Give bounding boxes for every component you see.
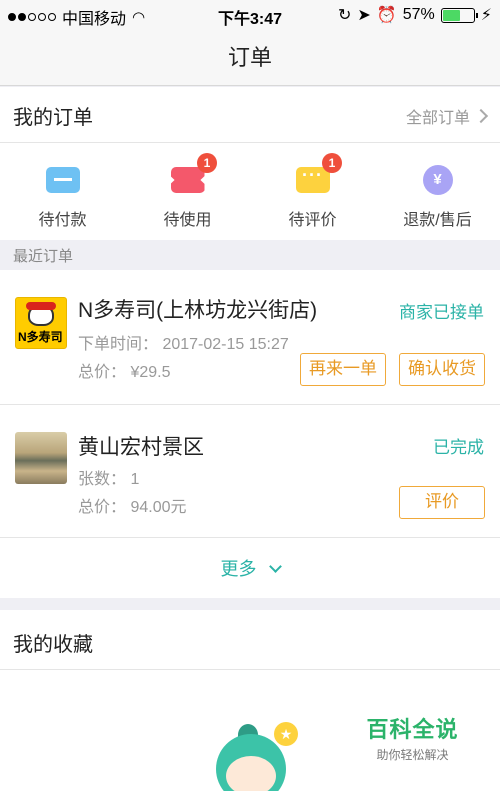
status-bar: 中国移动 ◠ 下午3:47 ↻ ➤ ⏰ 57% ⚡ bbox=[0, 0, 500, 30]
count-badge: 1 bbox=[197, 153, 217, 173]
status-label: 退款/售后 bbox=[403, 212, 472, 229]
battery-percent: 57% bbox=[402, 6, 435, 23]
order-card[interactable]: N多寿司 N多寿司(上林坊龙兴街店) 商家已接单 下单时间： 2017-02-1… bbox=[0, 270, 500, 405]
confirm-receipt-button[interactable]: 确认收货 bbox=[399, 353, 485, 386]
chat-icon bbox=[295, 165, 330, 193]
page-title: 订单 bbox=[0, 30, 500, 86]
alarm-icon: ⏰ bbox=[376, 7, 397, 24]
status-label: 待使用 bbox=[163, 212, 212, 229]
recent-orders-label: 最近订单 bbox=[13, 248, 74, 265]
ticket-icon bbox=[170, 167, 205, 193]
charging-icon: ⚡ bbox=[480, 7, 492, 24]
rotation-lock-icon: ↻ bbox=[338, 7, 352, 24]
shop-logo-text: N多寿司 bbox=[18, 330, 63, 344]
ticket-count: 张数： 1 bbox=[78, 471, 140, 488]
order-name: 黄山宏村景区 bbox=[78, 436, 204, 459]
status-refund[interactable]: ¥ 退款/售后 bbox=[375, 143, 500, 240]
order-status-row: 待付款 1 待使用 1 待评价 ¥ 退款/售后 bbox=[0, 143, 500, 240]
watermark: 百科全说 助你轻松解决 bbox=[345, 712, 480, 764]
star-icon: ★ bbox=[274, 722, 298, 746]
review-button[interactable]: 评价 bbox=[399, 486, 485, 519]
chevron-right-icon bbox=[473, 108, 489, 124]
order-time: 下单时间： 2017-02-15 15:27 bbox=[78, 336, 289, 353]
yen-icon: ¥ bbox=[422, 165, 453, 195]
scenic-thumbnail bbox=[15, 432, 67, 484]
reorder-button[interactable]: 再来一单 bbox=[300, 353, 386, 386]
location-icon: ➤ bbox=[357, 7, 371, 24]
favorites-header: 我的收藏 bbox=[0, 610, 500, 670]
order-status: 已完成 bbox=[433, 438, 484, 457]
my-orders-title: 我的订单 bbox=[13, 107, 93, 129]
watermark-title: 百科全说 bbox=[366, 717, 459, 742]
more-row[interactable]: 更多 bbox=[0, 538, 500, 598]
status-right: ↻ ➤ ⏰ 57% ⚡ bbox=[338, 5, 492, 25]
shop-logo: N多寿司 bbox=[15, 297, 67, 349]
status-to-use[interactable]: 1 待使用 bbox=[125, 143, 250, 240]
chevron-down-icon bbox=[268, 560, 282, 573]
order-total: 总价： ¥29.5 bbox=[78, 364, 171, 381]
order-status: 商家已接单 bbox=[399, 303, 484, 322]
status-label: 待付款 bbox=[38, 212, 87, 229]
status-label: 待评价 bbox=[288, 212, 337, 229]
status-pending-payment[interactable]: 待付款 bbox=[0, 143, 125, 240]
favorites-title: 我的收藏 bbox=[13, 634, 93, 656]
card-icon bbox=[45, 167, 80, 193]
battery-icon bbox=[440, 7, 478, 23]
order-total: 总价： 94.00元 bbox=[78, 499, 187, 516]
status-to-review[interactable]: 1 待评价 bbox=[250, 143, 375, 240]
order-name: N多寿司(上林坊龙兴街店) bbox=[78, 299, 318, 322]
mascot-illustration: ★ bbox=[212, 722, 298, 791]
all-orders-link[interactable]: 全部订单 bbox=[405, 104, 489, 128]
count-badge: 1 bbox=[322, 153, 342, 173]
watermark-subtitle: 助你轻松解决 bbox=[376, 748, 449, 762]
all-orders-label: 全部订单 bbox=[405, 110, 470, 127]
order-card[interactable]: 黄山宏村景区 已完成 张数： 1 总价： 94.00元 评价 bbox=[0, 405, 500, 538]
more-label: 更多 bbox=[220, 559, 257, 579]
my-orders-header: 我的订单 全部订单 bbox=[0, 87, 500, 143]
more-button[interactable]: 更多 bbox=[0, 555, 500, 581]
